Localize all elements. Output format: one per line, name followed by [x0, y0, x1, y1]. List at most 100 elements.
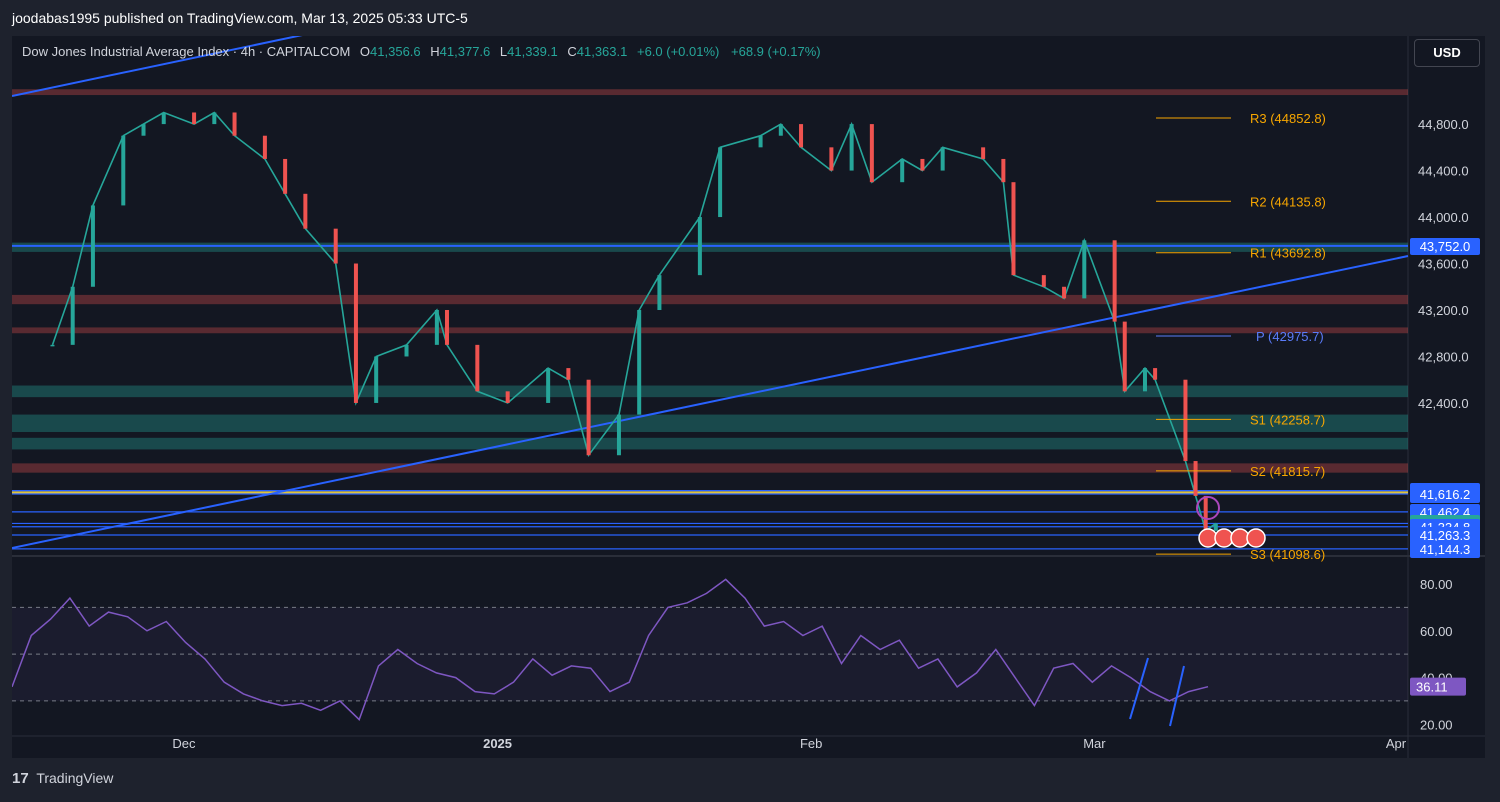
rsi-tick-1: 60.00 [1420, 624, 1453, 639]
zone-red-0 [12, 89, 1408, 96]
candle-2024-12-11 [283, 158, 288, 194]
footer: 17 TradingView [12, 770, 113, 787]
close-value: 41,363.1 [576, 44, 628, 59]
candle-2025-01-31 [799, 124, 804, 148]
candle-2025-01-17 [657, 275, 662, 310]
change-value: +6.0 (+0.01%) [636, 44, 720, 59]
zone-green-1 [12, 242, 1408, 252]
rsi-value-label: 36.11 [1416, 680, 1448, 695]
candle-2024-11-20 [70, 286, 75, 345]
candle-2025-03-10 [1183, 379, 1188, 462]
pivot-label-6: S3 (41098.6) [1250, 547, 1325, 562]
chart-area[interactable]: R3 (44852.8) R2 (44135.8) R1 (43692.8) P (4… [12, 36, 1485, 758]
candle-2024-12-02 [192, 112, 197, 125]
candle-2025-01-10 [586, 379, 591, 456]
candle-2024-12-30 [475, 344, 480, 392]
high-value: 41,377.6 [439, 44, 491, 59]
candle-2025-02-28 [1082, 240, 1087, 299]
brand-name[interactable]: TradingView [36, 770, 113, 786]
symbol-legend: Dow Jones Industrial Average Index · 4h … [22, 44, 821, 59]
change-value-2: +68.9 (+0.17%) [731, 44, 821, 59]
low-value: 41,339.1 [507, 44, 558, 59]
candle-2024-11-29 [161, 112, 166, 125]
candle-2025-02-03 [829, 147, 834, 171]
candle-2024-11-27 [141, 124, 146, 136]
candle-2025-02-24 [1041, 275, 1046, 287]
price-tick-2: 44,000.0 [1418, 210, 1469, 225]
candle-2025-01-02 [505, 391, 510, 403]
candle-2025-02-21 [1011, 182, 1016, 276]
flash-event-icon [1196, 496, 1220, 520]
candle-2025-02-07 [869, 124, 874, 183]
time-tick-Mar: Mar [1083, 736, 1106, 751]
candle-2025-01-15 [637, 310, 642, 415]
tradingview-logo-icon[interactable]: 17 [12, 770, 29, 787]
candle-2025-02-05 [849, 124, 854, 171]
candle-2025-01-06 [546, 368, 551, 403]
time-tick-Apr: Apr [1386, 736, 1407, 751]
pivot-label-1: R2 (44135.8) [1250, 194, 1326, 209]
chart-canvas[interactable]: R3 (44852.8) R2 (44135.8) R1 (43692.8) P (4… [12, 36, 1485, 758]
flag-event-icon-4 [1246, 528, 1266, 548]
zone-red-3 [12, 327, 1408, 334]
candle-2025-02-14 [940, 147, 945, 171]
time-tick-Feb: Feb [800, 736, 822, 751]
candle-2025-01-27 [758, 135, 763, 148]
price-tick-5: 42,800.0 [1418, 349, 1469, 364]
candle-2025-03-04 [1122, 321, 1127, 392]
price-tag-0: 43,752.0 [1410, 237, 1480, 255]
candle-2025-03-11 [1193, 461, 1198, 496]
candle-2024-11-18 [50, 344, 55, 347]
candle-2024-12-13 [303, 193, 308, 229]
pivot-label-3: P (42975.7) [1256, 329, 1324, 344]
price-tag-8: 41,144.3 [1410, 540, 1480, 558]
zone-green-4 [12, 385, 1408, 398]
zone-green-6 [12, 437, 1408, 450]
open-label: O [359, 44, 371, 59]
candle-2024-12-27 [444, 310, 449, 345]
rsi-tick-0: 80.00 [1420, 577, 1453, 592]
candle-2025-02-12 [920, 158, 925, 171]
symbol-title: Dow Jones Industrial Average Index · 4h … [22, 44, 351, 59]
candle-2025-03-06 [1142, 368, 1147, 392]
candle-2025-02-26 [1062, 286, 1067, 299]
candle-2024-12-06 [232, 112, 237, 136]
price-tick-0: 44,800.0 [1418, 117, 1469, 132]
candle-2024-11-22 [90, 205, 95, 287]
candle-2024-12-23 [404, 344, 409, 357]
high-label: H [430, 44, 440, 59]
candle-2025-03-07 [1153, 368, 1158, 380]
publisher-line: joodabas1995 published on TradingView.co… [12, 10, 468, 26]
open-value: 41,356.6 [370, 44, 421, 59]
zone-green-5 [12, 414, 1408, 432]
time-tick-Dec: Dec [172, 736, 196, 751]
candle-2024-12-26 [434, 310, 439, 345]
close-label: C [567, 44, 577, 59]
price-tick-3: 43,600.0 [1418, 257, 1469, 272]
candle-2025-02-18 [981, 147, 986, 159]
pivot-label-0: R3 (44852.8) [1250, 111, 1326, 126]
candle-2024-12-04 [212, 112, 217, 125]
price-tick-6: 42,400.0 [1418, 396, 1469, 411]
candle-2024-12-09 [262, 135, 267, 159]
pivot-label-2: R1 (43692.8) [1250, 246, 1326, 261]
candle-2025-01-23 [718, 147, 723, 218]
publisher-header: joodabas1995 published on TradingView.co… [0, 0, 1500, 36]
candle-2025-02-10 [900, 158, 905, 183]
price-tick-4: 43,200.0 [1418, 303, 1469, 318]
price-tick-1: 44,400.0 [1418, 164, 1469, 179]
candle-2025-01-13 [616, 414, 621, 456]
candle-2024-12-20 [374, 356, 379, 403]
candle-2025-01-29 [778, 124, 783, 136]
candle-2025-01-21 [697, 217, 702, 276]
candle-2025-03-12 [1203, 495, 1208, 531]
pivot-label-4: S1 (42258.7) [1250, 412, 1325, 427]
candle-2024-11-25 [121, 135, 126, 206]
candle-2025-03-03 [1112, 240, 1117, 322]
price-tag-2: 41,616.2 [1410, 486, 1480, 504]
currency-button[interactable]: USD [1414, 39, 1480, 67]
zone-yellow-8 [12, 491, 1408, 494]
rsi-tick-3: 20.00 [1420, 717, 1453, 732]
candle-2024-12-16 [333, 228, 338, 264]
candle-2025-01-08 [566, 368, 571, 380]
